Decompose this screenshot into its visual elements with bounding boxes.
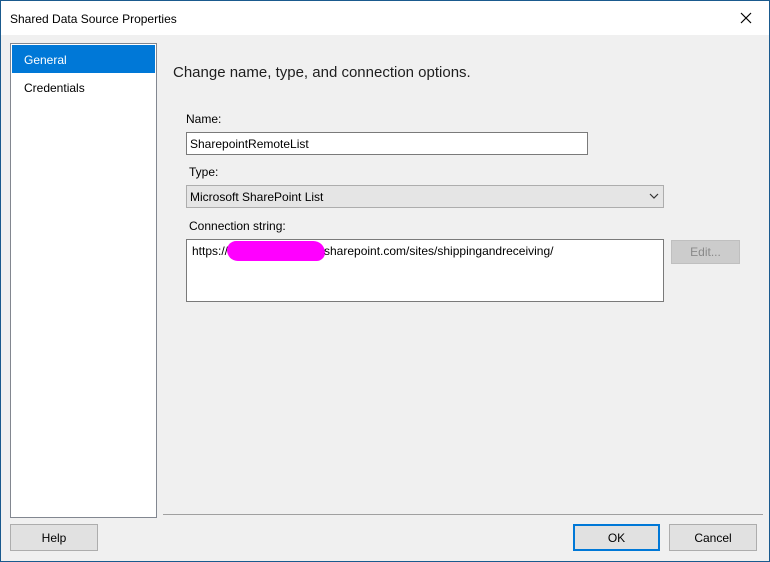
type-dropdown[interactable]: Microsoft SharePoint List: [186, 185, 664, 208]
connection-string-input[interactable]: https:// sharepoint.com/sites/shippingan…: [186, 239, 664, 302]
title-bar: Shared Data Source Properties: [1, 1, 769, 35]
footer-separator: [163, 514, 763, 515]
nav-item-general[interactable]: General: [12, 45, 155, 73]
type-dropdown-value: Microsoft SharePoint List: [190, 190, 324, 204]
ok-button[interactable]: OK: [573, 524, 660, 551]
redaction-mark: [227, 241, 325, 261]
window-title: Shared Data Source Properties: [10, 12, 177, 26]
general-page: Change name, type, and connection option…: [163, 43, 763, 513]
connection-string-label: Connection string:: [189, 219, 286, 233]
nav-item-label: Credentials: [24, 81, 85, 95]
name-label: Name:: [186, 112, 222, 126]
name-input[interactable]: SharepointRemoteList: [186, 132, 588, 155]
nav-item-credentials[interactable]: Credentials: [12, 73, 155, 101]
connection-string-suffix: sharepoint.com/sites/shippingandreceivin…: [324, 244, 554, 258]
name-input-value: SharepointRemoteList: [190, 137, 309, 151]
nav-item-label: General: [24, 53, 67, 67]
dialog-window: Shared Data Source Properties General Cr…: [0, 0, 770, 562]
page-navigation: General Credentials: [10, 43, 157, 518]
close-button[interactable]: [723, 1, 769, 35]
type-label: Type:: [189, 165, 219, 179]
connection-string-prefix: https://: [192, 244, 229, 258]
edit-button[interactable]: Edit...: [671, 240, 740, 264]
help-button[interactable]: Help: [10, 524, 98, 551]
cancel-button[interactable]: Cancel: [669, 524, 757, 551]
page-heading: Change name, type, and connection option…: [173, 64, 471, 81]
chevron-down-icon: [649, 193, 659, 199]
close-icon: [740, 12, 752, 24]
